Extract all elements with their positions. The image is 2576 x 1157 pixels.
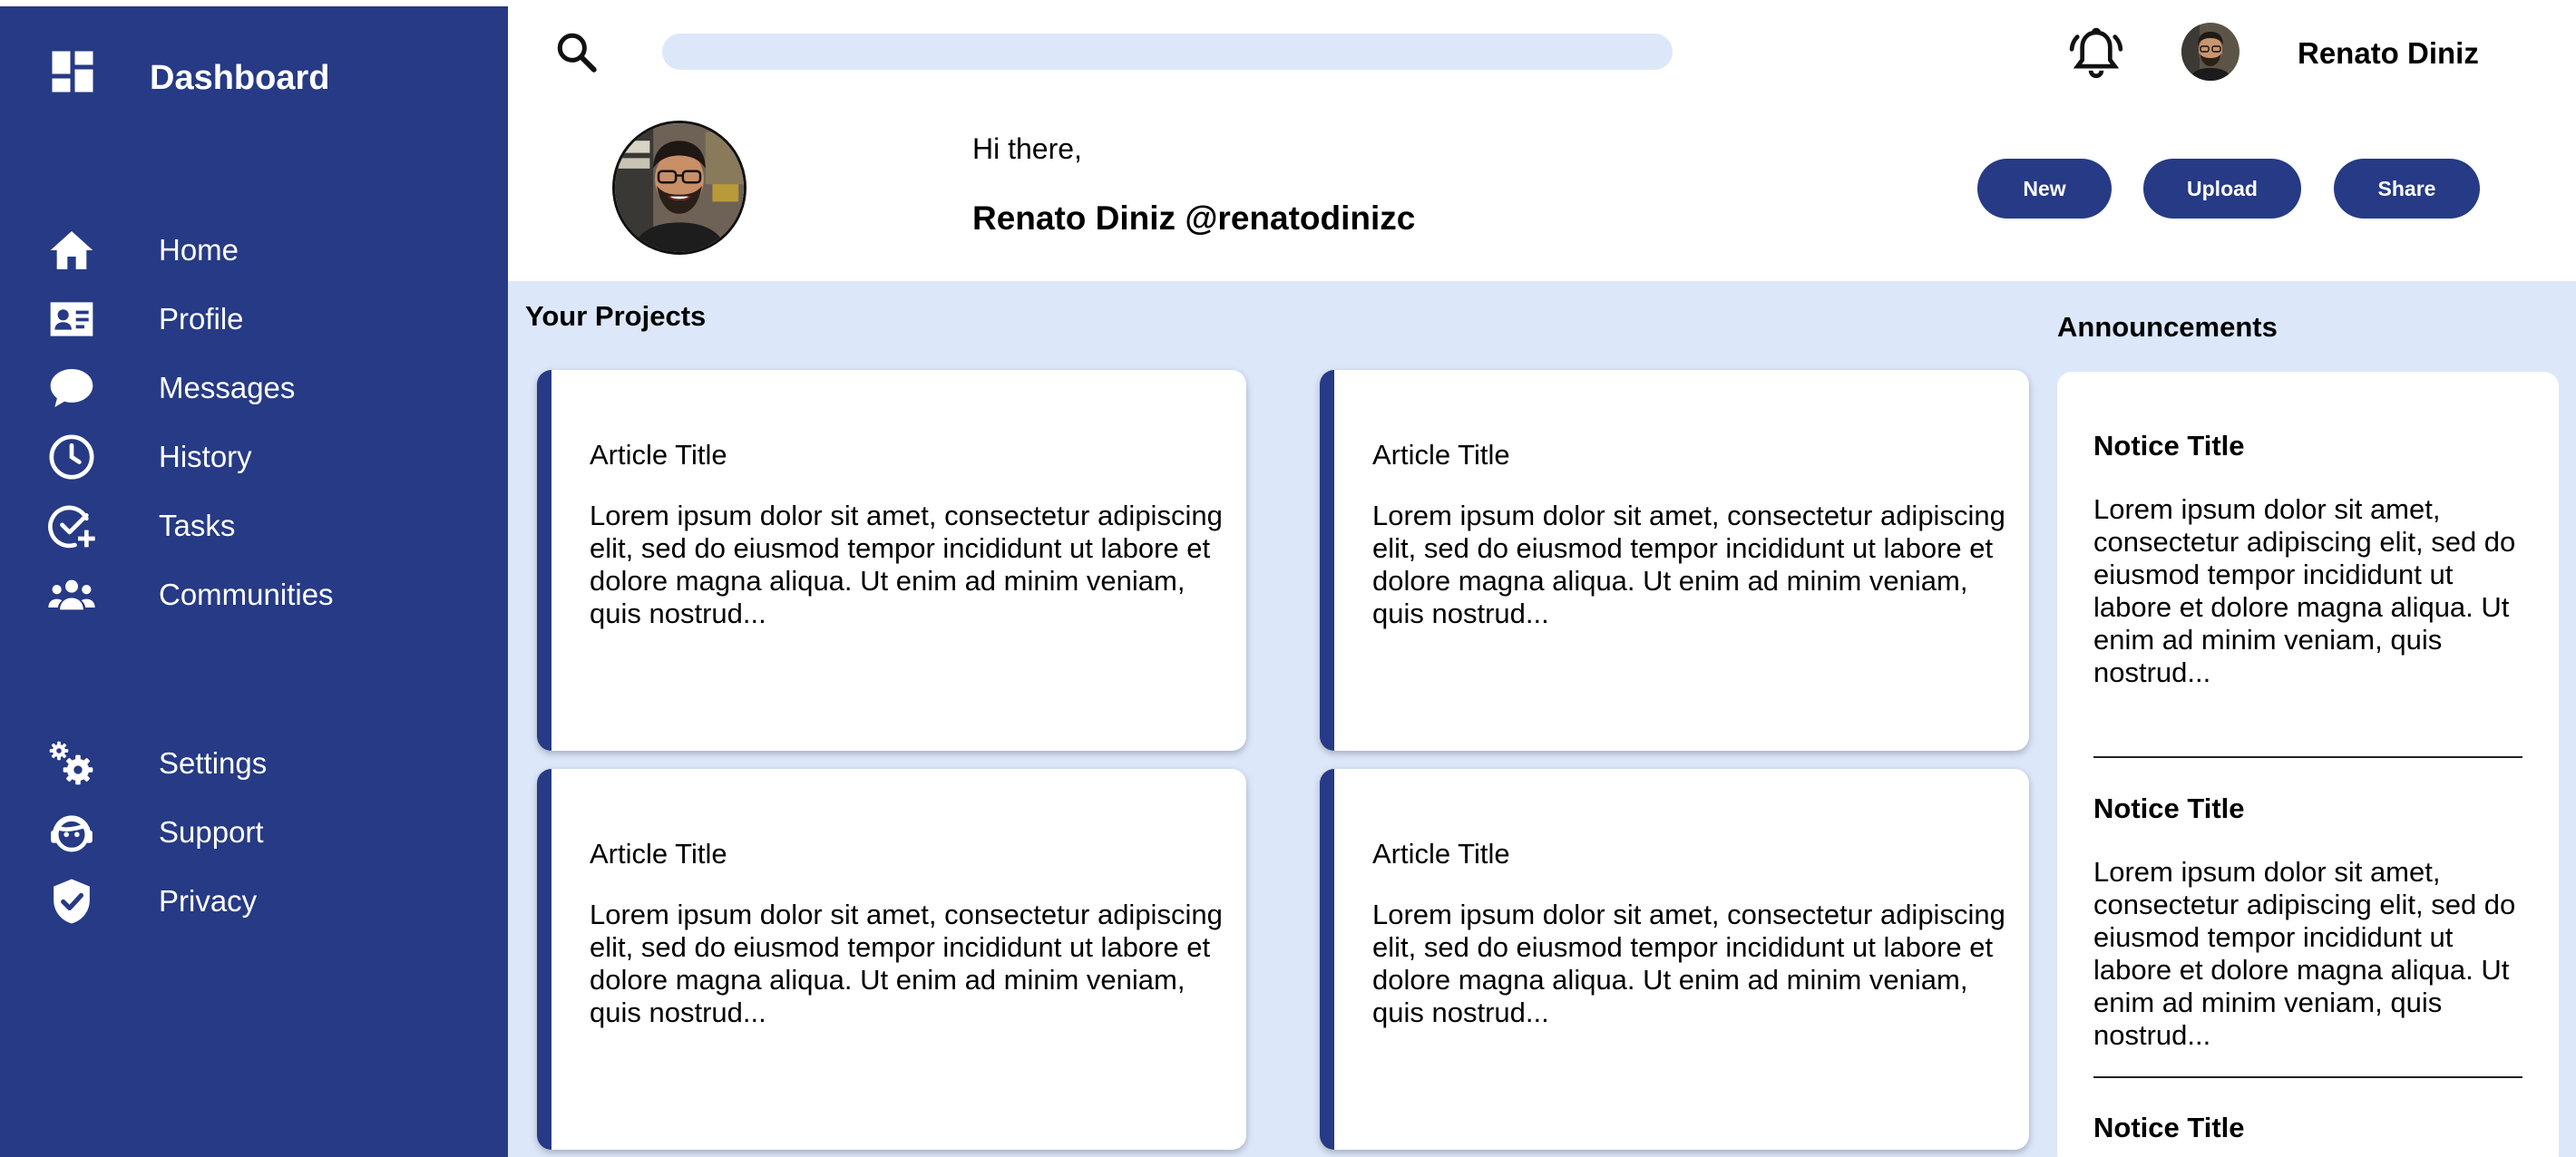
sidebar-item-label: Tasks xyxy=(159,509,236,542)
upload-button[interactable]: Upload xyxy=(2143,159,2301,219)
announcements-section-title: Announcements xyxy=(2057,311,2278,343)
notice-title: Notice Title xyxy=(2093,430,2245,462)
task-check-icon xyxy=(44,498,100,554)
card-body: Lorem ipsum dolor sit amet, consectetur … xyxy=(590,500,1223,629)
notice-item[interactable]: Notice Title xyxy=(2093,1112,2522,1144)
new-button[interactable]: New xyxy=(1977,159,2112,219)
shield-check-icon xyxy=(44,873,100,929)
notice-item[interactable]: Notice Title Lorem ipsum dolor sit amet,… xyxy=(2093,792,2522,1052)
sidebar-item-label: Home xyxy=(159,233,239,267)
search-input[interactable] xyxy=(662,34,1673,70)
profile-avatar xyxy=(612,121,746,255)
support-agent-icon xyxy=(44,804,100,860)
sidebar-item-label: Messages xyxy=(159,371,296,404)
avatar[interactable] xyxy=(2181,23,2239,81)
card-title: Article Title xyxy=(590,439,727,471)
gears-icon xyxy=(44,735,100,792)
dashboard-grid-icon xyxy=(52,51,93,92)
projects-section-title: Your Projects xyxy=(525,300,707,332)
sidebar-item-support[interactable]: Support xyxy=(0,801,508,864)
sidebar-item-privacy[interactable]: Privacy xyxy=(0,870,508,933)
brand-label: Dashboard xyxy=(150,59,330,97)
sidebar-item-label: Communities xyxy=(159,578,334,611)
project-card[interactable]: Article Title Lorem ipsum dolor sit amet… xyxy=(537,769,1246,1150)
card-body: Lorem ipsum dolor sit amet, consectetur … xyxy=(590,899,1223,1028)
sidebar-item-tasks[interactable]: Tasks xyxy=(0,494,508,558)
notice-divider xyxy=(2093,756,2522,758)
card-title: Article Title xyxy=(1372,439,1510,471)
project-card[interactable]: Article Title Lorem ipsum dolor sit amet… xyxy=(1320,769,2029,1150)
project-card[interactable]: Article Title Lorem ipsum dolor sit amet… xyxy=(1320,370,2029,751)
sidebar-item-messages[interactable]: Messages xyxy=(0,356,508,420)
sidebar-item-label: Settings xyxy=(159,746,268,780)
clock-icon xyxy=(44,429,100,485)
sidebar-item-label: Support xyxy=(159,815,264,849)
notice-title: Notice Title xyxy=(2093,792,2245,824)
sidebar-item-profile[interactable]: Profile xyxy=(0,287,508,351)
sidebar: Dashboard Home Profile Messages History … xyxy=(0,6,508,1157)
sidebar-item-label: Profile xyxy=(159,302,244,335)
chat-bubble-icon xyxy=(44,360,100,416)
search-icon[interactable] xyxy=(553,29,599,74)
card-title: Article Title xyxy=(590,838,727,870)
sidebar-item-label: Privacy xyxy=(159,884,258,918)
sidebar-item-label: History xyxy=(159,440,252,473)
notice-item[interactable]: Notice Title Lorem ipsum dolor sit amet,… xyxy=(2093,430,2522,689)
card-body: Lorem ipsum dolor sit amet, consectetur … xyxy=(1372,500,2005,629)
home-icon xyxy=(44,222,100,278)
brand[interactable]: Dashboard xyxy=(45,44,329,99)
notice-title: Notice Title xyxy=(2093,1112,2245,1143)
profile-handle: Renato Diniz @renatodinizc xyxy=(972,199,1416,237)
project-card[interactable]: Article Title Lorem ipsum dolor sit amet… xyxy=(537,370,1246,751)
sidebar-item-home[interactable]: Home xyxy=(0,219,508,282)
sidebar-item-settings[interactable]: Settings xyxy=(0,732,508,795)
announcements-panel: Notice Title Lorem ipsum dolor sit amet,… xyxy=(2057,372,2559,1157)
bell-alert-icon[interactable] xyxy=(2066,25,2126,82)
notice-body: Lorem ipsum dolor sit amet, consectetur … xyxy=(2093,856,2516,1051)
card-body: Lorem ipsum dolor sit amet, consectetur … xyxy=(1372,899,2005,1028)
people-icon xyxy=(44,567,100,623)
sidebar-item-communities[interactable]: Communities xyxy=(0,563,508,627)
sidebar-item-history[interactable]: History xyxy=(0,425,508,489)
card-title: Article Title xyxy=(1372,838,1510,870)
notice-divider xyxy=(2093,1076,2522,1078)
id-card-icon xyxy=(44,291,100,347)
share-button[interactable]: Share xyxy=(2334,159,2480,219)
notice-body: Lorem ipsum dolor sit amet, consectetur … xyxy=(2093,493,2516,688)
header-user-name[interactable]: Renato Diniz xyxy=(2298,36,2479,71)
greeting-text: Hi there, xyxy=(972,132,1082,165)
